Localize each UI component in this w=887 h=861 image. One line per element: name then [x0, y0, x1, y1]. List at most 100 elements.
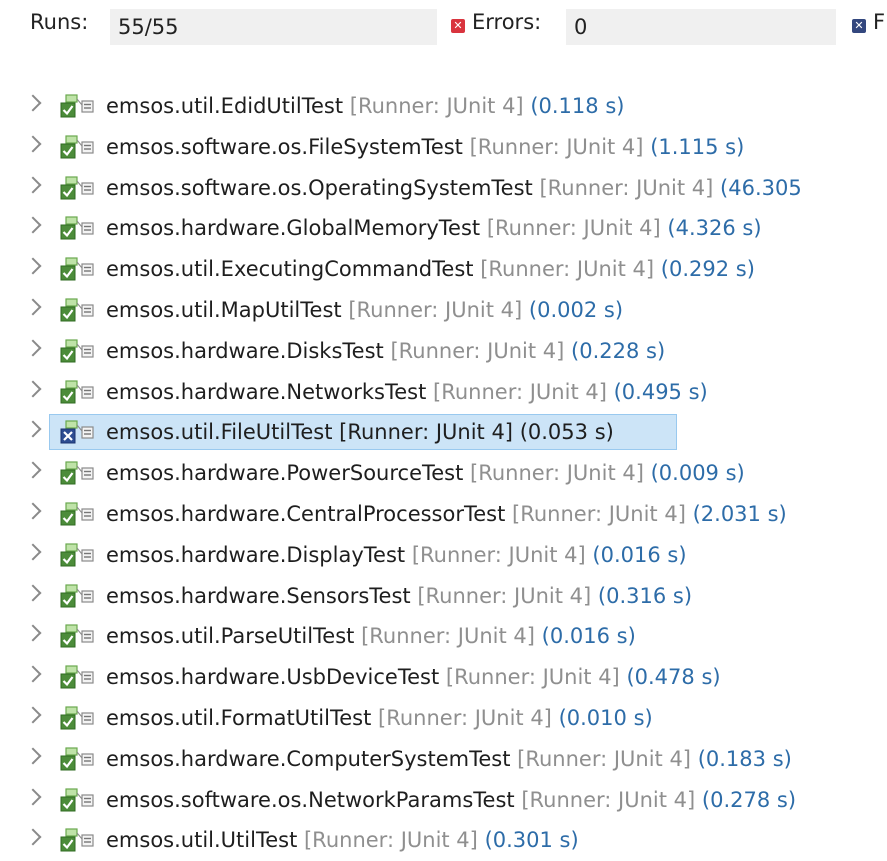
test-tree-row[interactable]: emsos.hardware.SensorsTest [Runner: JUni… [0, 576, 887, 617]
test-row-text: emsos.hardware.SensorsTest [Runner: JUni… [106, 582, 692, 610]
test-duration: (0.016 s) [541, 624, 636, 649]
test-tree-row[interactable]: emsos.hardware.GlobalMemoryTest [Runner:… [0, 208, 887, 249]
test-tree-row[interactable]: emsos.util.FormatUtilTest [Runner: JUnit… [0, 698, 887, 739]
test-name: emsos.software.os.FileSystemTest [106, 134, 463, 159]
test-duration: (0.316 s) [597, 583, 693, 608]
test-runner: [Runner: JUnit 4] [339, 420, 514, 445]
test-tree-row[interactable]: emsos.util.ParseUtilTest [Runner: JUnit … [0, 616, 887, 657]
test-duration: (0.292 s) [660, 257, 755, 282]
test-row-text: emsos.util.ParseUtilTest [Runner: JUnit … [106, 622, 636, 650]
test-duration: (0.002 s) [528, 298, 624, 322]
errors-label: Errors: [472, 10, 542, 34]
test-tree-row[interactable]: emsos.util.FileUtilTest [Runner: JUnit 4… [0, 412, 887, 453]
test-suite-passed-icon [60, 461, 94, 485]
test-suite-passed-icon [60, 787, 94, 812]
test-runner: [Runner: JUnit 4] [480, 257, 655, 282]
chevron-right-icon[interactable] [24, 298, 42, 316]
runs-label: Runs: [30, 10, 89, 34]
chevron-right-icon[interactable] [24, 747, 42, 765]
test-duration: (0.010 s) [558, 706, 653, 730]
test-suite-passed-icon [60, 379, 94, 404]
chevron-right-icon[interactable] [24, 216, 42, 234]
runs-value: 55/55 [110, 9, 437, 45]
test-name: emsos.hardware.ComputerSystemTest [106, 746, 511, 771]
test-runner: [Runner: JUnit 4] [390, 338, 565, 363]
test-tree-row[interactable]: emsos.software.os.OperatingSystemTest [R… [0, 168, 887, 209]
test-runner: [Runner: JUnit 4] [539, 175, 714, 200]
test-tree-row[interactable]: emsos.util.EdidUtilTest [Runner: JUnit 4… [0, 86, 887, 127]
test-suite-passed-icon [60, 665, 94, 689]
test-name: emsos.util.EdidUtilTest [106, 94, 344, 118]
test-tree-row[interactable]: emsos.hardware.PowerSourceTest [Runner: … [0, 453, 887, 494]
chevron-right-icon[interactable] [24, 828, 42, 846]
test-tree-row[interactable]: emsos.software.os.NetworkParamsTest [Run… [0, 780, 887, 821]
chevron-right-icon[interactable] [24, 420, 42, 438]
test-row-text: emsos.software.os.NetworkParamsTest [Run… [106, 786, 796, 814]
test-tree-row[interactable]: emsos.hardware.CentralProcessorTest [Run… [0, 494, 887, 535]
test-name: emsos.hardware.SensorsTest [106, 583, 411, 608]
test-suite-passed-icon [60, 257, 94, 281]
test-tree-row[interactable]: emsos.hardware.DisksTest [Runner: JUnit … [0, 331, 887, 372]
test-suite-passed-icon [60, 747, 94, 771]
test-runner: [Runner: JUnit 4] [361, 624, 535, 649]
test-tree-row[interactable]: emsos.hardware.UsbDeviceTest [Runner: JU… [0, 657, 887, 698]
chevron-right-icon[interactable] [24, 94, 42, 112]
chevron-right-icon[interactable] [24, 257, 42, 275]
chevron-right-icon[interactable] [24, 461, 42, 479]
test-tree-row[interactable]: emsos.software.os.FileSystemTest [Runner… [0, 127, 887, 168]
test-suite-passed-icon [60, 94, 94, 118]
test-name: emsos.hardware.NetworksTest [106, 379, 427, 404]
test-runner: [Runner: JUnit 4] [486, 216, 661, 241]
chevron-right-icon[interactable] [24, 543, 42, 561]
test-runner: [Runner: JUnit 4] [417, 583, 592, 608]
test-tree-row[interactable]: emsos.util.UtilTest [Runner: JUnit 4] (0… [0, 820, 887, 861]
chevron-right-icon[interactable] [24, 380, 42, 398]
chevron-right-icon[interactable] [24, 788, 42, 806]
test-row-text: emsos.util.FileUtilTest [Runner: JUnit 4… [106, 418, 614, 446]
test-suite-passed-icon [60, 175, 94, 200]
test-row-text: emsos.hardware.CentralProcessorTest [Run… [106, 500, 787, 528]
test-duration: (0.495 s) [613, 379, 708, 404]
chevron-right-icon[interactable] [24, 706, 42, 724]
test-tree-row[interactable]: emsos.hardware.DisplayTest [Runner: JUni… [0, 535, 887, 576]
test-row-text: emsos.hardware.DisplayTest [Runner: JUni… [106, 541, 687, 569]
test-duration: (46.305 [720, 175, 802, 200]
test-name: emsos.hardware.UsbDeviceTest [106, 665, 440, 690]
test-suite-passed-icon [60, 583, 94, 608]
chevron-right-icon[interactable] [24, 584, 42, 602]
test-duration: (0.009 s) [650, 461, 745, 486]
test-suite-passed-icon [60, 502, 94, 526]
failure-icon: ✕ [852, 19, 866, 33]
test-name: emsos.hardware.CentralProcessorTest [106, 502, 506, 526]
test-tree-row[interactable]: emsos.hardware.NetworksTest [Runner: JUn… [0, 372, 887, 413]
test-duration: (0.053 s) [519, 420, 614, 445]
test-row-text: emsos.util.ExecutingCommandTest [Runner:… [106, 255, 755, 283]
test-row-text: emsos.util.EdidUtilTest [Runner: JUnit 4… [106, 92, 624, 120]
test-tree-row[interactable]: emsos.util.ExecutingCommandTest [Runner:… [0, 249, 887, 290]
test-duration: (0.301 s) [484, 828, 579, 853]
test-name: emsos.hardware.PowerSourceTest [106, 461, 464, 486]
test-runner: [Runner: JUnit 4] [378, 706, 552, 730]
test-row-text: emsos.util.UtilTest [Runner: JUnit 4] (0… [106, 826, 579, 854]
test-row-text: emsos.software.os.FileSystemTest [Runner… [106, 133, 744, 161]
test-duration: (0.183 s) [697, 746, 792, 771]
test-duration: (0.228 s) [571, 338, 666, 363]
chevron-right-icon[interactable] [24, 665, 42, 683]
chevron-right-icon[interactable] [24, 624, 42, 642]
chevron-right-icon[interactable] [24, 176, 42, 194]
test-tree-row[interactable]: emsos.hardware.ComputerSystemTest [Runne… [0, 739, 887, 780]
test-suite-failed-icon [60, 420, 94, 444]
test-name: emsos.util.MapUtilTest [106, 298, 342, 322]
test-row-text: emsos.util.MapUtilTest [Runner: JUnit 4]… [106, 296, 623, 324]
chevron-right-icon[interactable] [24, 502, 42, 520]
test-row-text: emsos.hardware.ComputerSystemTest [Runne… [106, 745, 792, 773]
chevron-right-icon[interactable] [24, 339, 42, 357]
test-duration: (0.278 s) [701, 787, 797, 812]
test-name: emsos.util.FormatUtilTest [106, 706, 372, 730]
chevron-right-icon[interactable] [24, 135, 42, 153]
test-duration: (0.118 s) [530, 94, 625, 118]
test-runner: [Runner: JUnit 4] [445, 665, 620, 690]
test-suite-passed-icon [60, 828, 94, 852]
test-runner: [Runner: JUnit 4] [433, 379, 607, 404]
test-tree-row[interactable]: emsos.util.MapUtilTest [Runner: JUnit 4]… [0, 290, 887, 331]
